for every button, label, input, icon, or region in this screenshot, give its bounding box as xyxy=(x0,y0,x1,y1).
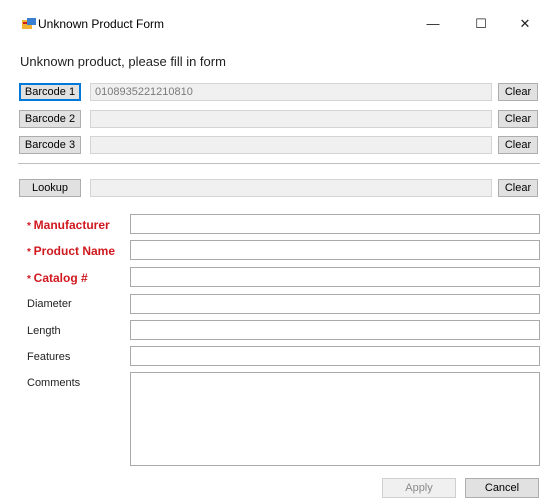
window-title: Unknown Product Form xyxy=(38,17,165,31)
barcode-2-clear-button[interactable]: Clear xyxy=(498,110,538,128)
form-heading: Unknown product, please fill in form xyxy=(20,54,226,69)
section-divider xyxy=(18,163,540,165)
barcode-2-field[interactable] xyxy=(90,110,492,128)
barcode-1-field[interactable]: 0108935221210810 xyxy=(90,83,492,101)
lookup-button[interactable]: Lookup xyxy=(19,179,81,197)
diameter-label: Diameter xyxy=(27,298,72,310)
features-input[interactable] xyxy=(130,346,540,366)
length-label: Length xyxy=(27,325,61,337)
features-label: Features xyxy=(27,351,71,363)
barcode-3-button[interactable]: Barcode 3 xyxy=(19,136,81,154)
maximize-button[interactable]: ☐ xyxy=(458,10,504,38)
manufacturer-label: * Manufacturer xyxy=(27,218,110,232)
catalog-label-text: Catalog # xyxy=(33,271,88,285)
catalog-input[interactable] xyxy=(130,267,540,287)
required-marker: * xyxy=(27,274,34,285)
manufacturer-input[interactable] xyxy=(130,214,540,234)
close-button[interactable]: ✕ xyxy=(502,10,540,38)
manufacturer-label-text: Manufacturer xyxy=(33,218,110,232)
barcode-3-clear-button[interactable]: Clear xyxy=(498,136,538,154)
product-name-label-text: Product Name xyxy=(33,244,116,258)
required-marker: * xyxy=(27,221,34,232)
barcode-2-button[interactable]: Barcode 2 xyxy=(19,110,81,128)
diameter-input[interactable] xyxy=(130,294,540,314)
product-name-label: * Product Name xyxy=(27,244,115,258)
barcode-1-clear-button[interactable]: Clear xyxy=(498,83,538,101)
cancel-button[interactable]: Cancel xyxy=(465,478,539,498)
comments-textarea[interactable] xyxy=(130,372,540,466)
title-bar: Unknown Product Form — ☐ ✕ xyxy=(0,0,540,40)
barcode-1-button[interactable]: Barcode 1 xyxy=(19,83,81,101)
form-app-icon xyxy=(22,18,36,29)
lookup-field[interactable] xyxy=(90,179,492,197)
barcode-3-field[interactable] xyxy=(90,136,492,154)
required-marker: * xyxy=(27,247,34,258)
comments-label: Comments xyxy=(27,377,81,389)
catalog-label: * Catalog # xyxy=(27,271,88,285)
lookup-clear-button[interactable]: Clear xyxy=(498,179,538,197)
product-name-input[interactable] xyxy=(130,240,540,260)
length-input[interactable] xyxy=(130,320,540,340)
apply-button[interactable]: Apply xyxy=(382,478,456,498)
minimize-button[interactable]: — xyxy=(410,10,456,38)
